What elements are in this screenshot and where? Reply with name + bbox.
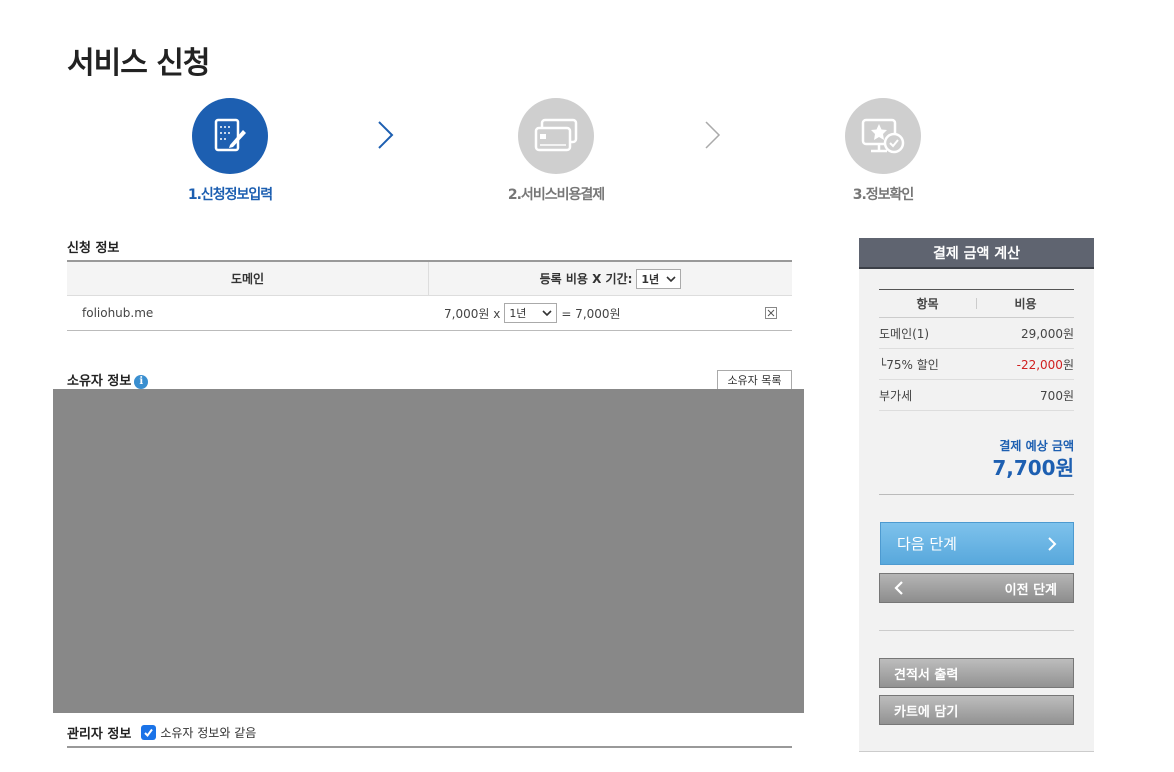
calc-row-label: └75% 할인 xyxy=(879,357,939,372)
step-label: 2.서비스비용결제 xyxy=(507,187,605,203)
step-label: 3.정보확인 xyxy=(852,187,915,203)
delete-row-button[interactable] xyxy=(765,307,777,319)
calc-header: 항목 비용 xyxy=(879,289,1074,318)
step-2: 2.서비스비용결제 xyxy=(476,98,636,204)
prev-step-button[interactable]: 이전 단계 xyxy=(879,573,1074,603)
page-title: 서비스 신청 xyxy=(67,46,210,81)
divider xyxy=(67,746,792,748)
chevron-left-icon xyxy=(894,581,903,595)
payment-calc-panel: 결제 금액 계산 항목 비용 도메인(1) 29,000원 └75% 할인 -2… xyxy=(859,238,1094,752)
monitor-star-check-icon xyxy=(845,98,921,174)
chevron-down-icon xyxy=(542,310,552,316)
total-value: 7,700원 xyxy=(992,456,1074,480)
currency-unit: 원 xyxy=(1062,357,1074,372)
same-as-owner-checkbox[interactable]: 소유자 정보와 같음 xyxy=(141,724,256,741)
chevron-right-icon xyxy=(705,121,721,149)
calc-row: 도메인(1) 29,000원 xyxy=(879,318,1074,349)
period-select-value: 1년 xyxy=(509,307,527,320)
admin-section-title: 관리자 정보 xyxy=(67,727,132,742)
row-total: = 7,000원 xyxy=(561,306,621,321)
period-select-value: 1년 xyxy=(641,272,660,286)
unit-price: 7,000원 x xyxy=(444,306,501,321)
col-cost-label: 등록 비용 X 기간: xyxy=(539,272,633,286)
print-quote-button[interactable]: 견적서 출력 xyxy=(879,658,1074,688)
redacted-owner-form xyxy=(53,389,804,713)
checkbox-checked-icon xyxy=(141,725,157,740)
col-item: 항목 xyxy=(916,297,939,311)
table-row: foliohub.me 7,000원 x 1년 = 7,000원 xyxy=(67,296,792,330)
calc-row-label: 부가세 xyxy=(879,388,913,403)
calc-row-value-wrap: -22,000원 xyxy=(1017,356,1074,373)
apply-table: 도메인 등록 비용 X 기간: 1년 foliohub.me 7,000원 x … xyxy=(67,260,792,331)
calc-row: 부가세 700원 xyxy=(879,380,1074,411)
col-domain: 도메인 xyxy=(67,262,429,295)
next-step-button[interactable]: 다음 단계 xyxy=(880,522,1074,565)
close-icon xyxy=(767,309,775,317)
prev-step-label: 이전 단계 xyxy=(1004,582,1057,598)
col-cost: 비용 xyxy=(1014,297,1037,311)
discount-value: -22,000 xyxy=(1016,357,1063,372)
info-icon[interactable]: i xyxy=(134,374,149,389)
step-label: 1.신청정보입력 xyxy=(187,187,273,203)
chevron-down-icon xyxy=(666,275,676,282)
apply-section-title: 신청 정보 xyxy=(67,241,120,256)
cost-cell: 7,000원 x 1년 = 7,000원 xyxy=(429,296,792,330)
next-step-label: 다음 단계 xyxy=(897,535,957,553)
same-as-owner-label: 소유자 정보와 같음 xyxy=(160,726,257,740)
chevron-right-icon xyxy=(1048,536,1057,551)
calc-row-value: 29,000원 xyxy=(1020,326,1074,341)
domain-cell: foliohub.me xyxy=(82,306,154,320)
calc-row-label: 도메인(1) xyxy=(879,326,930,341)
calc-table: 항목 비용 도메인(1) 29,000원 └75% 할인 -22,000원 부가… xyxy=(879,289,1074,411)
calc-row: └75% 할인 -22,000원 xyxy=(879,349,1074,380)
table-header: 도메인 등록 비용 X 기간: 1년 xyxy=(67,262,792,296)
period-select[interactable]: 1년 xyxy=(504,303,558,323)
admin-section: 관리자 정보 소유자 정보와 같음 xyxy=(67,723,256,742)
divider xyxy=(879,630,1074,631)
edit-document-icon xyxy=(192,98,268,174)
owner-list-button[interactable]: 소유자 목록 xyxy=(717,370,792,390)
credit-card-icon xyxy=(518,98,594,174)
col-cost: 등록 비용 X 기간: 1년 xyxy=(429,262,792,295)
panel-title: 결제 금액 계산 xyxy=(859,238,1094,269)
owner-title-text: 소유자 정보 xyxy=(67,374,132,389)
add-to-cart-button[interactable]: 카트에 담기 xyxy=(879,695,1074,725)
chevron-right-icon xyxy=(378,121,394,149)
calc-row-value: 700원 xyxy=(1040,388,1074,403)
step-1: 1.신청정보입력 xyxy=(150,98,310,204)
owner-section-title: 소유자 정보 i xyxy=(67,370,149,389)
step-3: 3.정보확인 xyxy=(803,98,963,204)
divider xyxy=(879,494,1074,495)
period-select-all[interactable]: 1년 xyxy=(636,268,682,289)
